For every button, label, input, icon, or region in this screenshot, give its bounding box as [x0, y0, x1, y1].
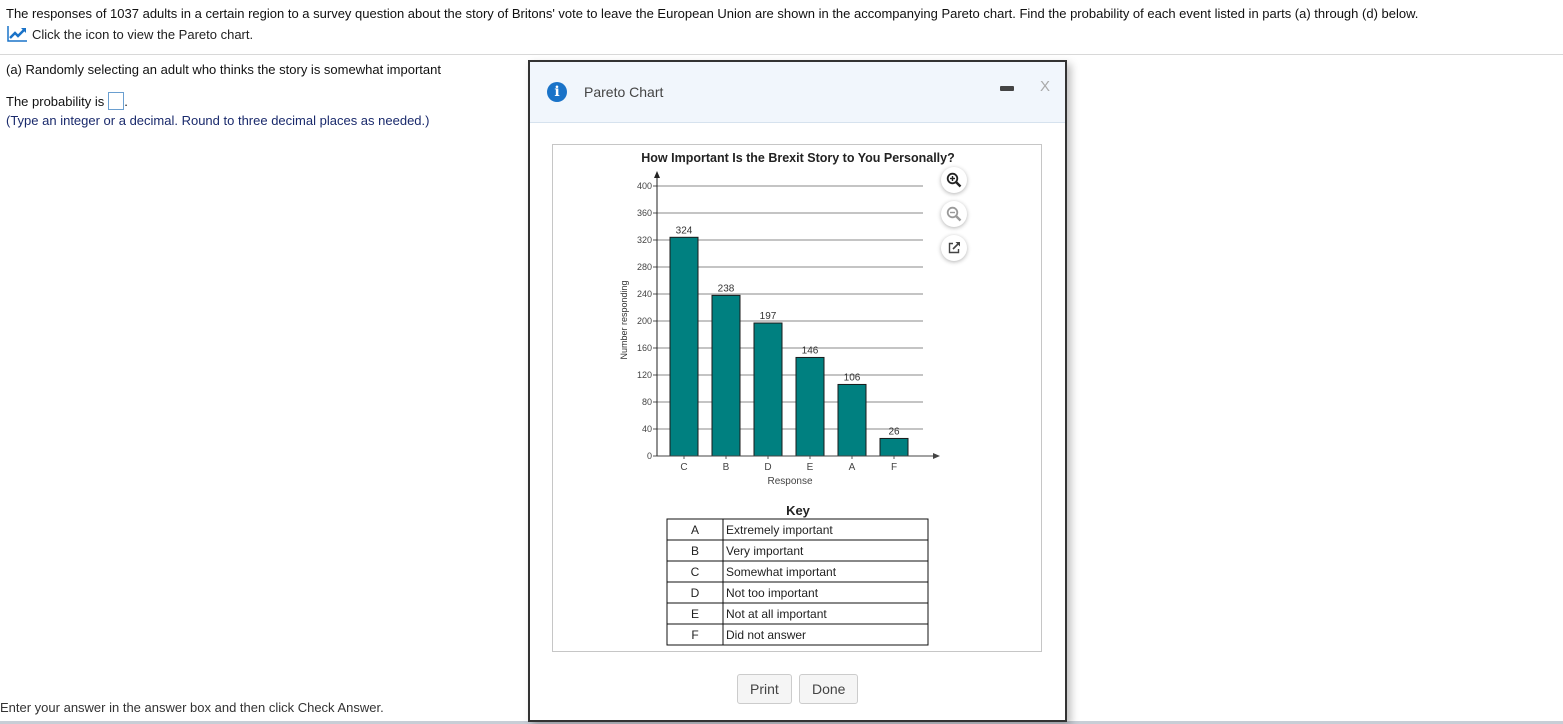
popout-button[interactable]	[941, 235, 967, 261]
chart-frame: How Important Is the Brexit Story to You…	[552, 144, 1042, 652]
key-code: F	[691, 628, 698, 642]
key-label: Not at all important	[726, 607, 827, 621]
key-code: A	[691, 523, 699, 537]
y-axis-arrow	[654, 171, 660, 178]
zoom-out-icon	[946, 206, 962, 222]
y-tick-label: 360	[637, 208, 652, 218]
y-tick-label: 280	[637, 262, 652, 272]
x-tick-label-C: C	[680, 462, 687, 473]
dialog-title: Pareto Chart	[584, 84, 664, 100]
key-code: E	[691, 607, 699, 621]
y-tick-label: 240	[637, 289, 652, 299]
zoom-in-icon	[946, 172, 962, 188]
zoom-out-button[interactable]	[941, 201, 967, 227]
key-label: Not too important	[726, 586, 819, 600]
question-intro: The responses of 1037 adults in a certai…	[6, 6, 1419, 21]
x-tick-label-A: A	[849, 462, 856, 473]
x-tick-label-D: D	[764, 462, 771, 473]
chart-title: How Important Is the Brexit Story to You…	[641, 151, 954, 165]
view-chart-link[interactable]: Click the icon to view the Pareto chart.	[6, 25, 253, 43]
y-axis-label: Number responding	[619, 280, 629, 359]
x-tick-label-B: B	[723, 462, 730, 473]
y-tick-label: 400	[637, 181, 652, 191]
bar-C	[669, 236, 699, 457]
key-code: D	[691, 586, 700, 600]
y-tick-label: 320	[637, 235, 652, 245]
probability-label: The probability is	[6, 93, 105, 109]
y-tick-label: 80	[642, 397, 652, 407]
key-title: Key	[786, 503, 811, 518]
close-button[interactable]: X	[1040, 78, 1050, 95]
data-label-E: 146	[802, 345, 819, 356]
data-label-D: 197	[760, 311, 777, 322]
x-axis-label: Response	[767, 476, 812, 487]
key-label: Did not answer	[726, 628, 806, 642]
answer-hint: (Type an integer or a decimal. Round to …	[6, 113, 430, 128]
dialog-header: i Pareto Chart X	[530, 62, 1065, 123]
zoom-in-button[interactable]	[941, 167, 967, 193]
chart-icon[interactable]	[6, 25, 28, 43]
data-label-A: 106	[844, 372, 861, 383]
probability-line: The probability is .	[6, 92, 128, 110]
key-label: Extremely important	[726, 523, 833, 537]
part-a-text: (a) Randomly selecting an adult who thin…	[6, 62, 441, 77]
bar-D	[753, 322, 783, 457]
bar-F	[879, 437, 909, 457]
minimize-button[interactable]	[1000, 86, 1014, 91]
y-tick-label: 120	[637, 370, 652, 380]
bar-E	[795, 356, 825, 457]
y-tick-label: 0	[647, 451, 652, 461]
external-link-icon	[948, 242, 960, 254]
key-label: Very important	[726, 544, 804, 558]
y-tick-label: 40	[642, 424, 652, 434]
answer-input[interactable]	[108, 92, 125, 110]
view-chart-link-text[interactable]: Click the icon to view the Pareto chart.	[32, 27, 253, 42]
data-label-F: 26	[888, 426, 900, 437]
x-tick-label-F: F	[891, 462, 897, 473]
pareto-chart: How Important Is the Brexit Story to You…	[619, 151, 955, 646]
probability-suffix: .	[124, 93, 128, 109]
bar-A	[837, 383, 867, 457]
footer-instruction: Enter your answer in the answer box and …	[0, 700, 384, 715]
x-tick-label-E: E	[807, 462, 814, 473]
divider	[0, 54, 1563, 55]
pareto-chart-dialog: i Pareto Chart X How Important Is the Br…	[528, 60, 1067, 722]
key-code: B	[691, 544, 699, 558]
bar-B	[711, 294, 741, 457]
data-label-B: 238	[718, 283, 735, 294]
x-axis-arrow	[933, 453, 940, 459]
key-label: Somewhat important	[726, 565, 837, 579]
info-icon: i	[547, 82, 567, 102]
y-tick-label: 160	[637, 343, 652, 353]
y-tick-label: 200	[637, 316, 652, 326]
print-button[interactable]: Print	[737, 674, 792, 704]
data-label-C: 324	[676, 225, 693, 236]
done-button[interactable]: Done	[799, 674, 859, 704]
key-code: C	[691, 565, 700, 579]
